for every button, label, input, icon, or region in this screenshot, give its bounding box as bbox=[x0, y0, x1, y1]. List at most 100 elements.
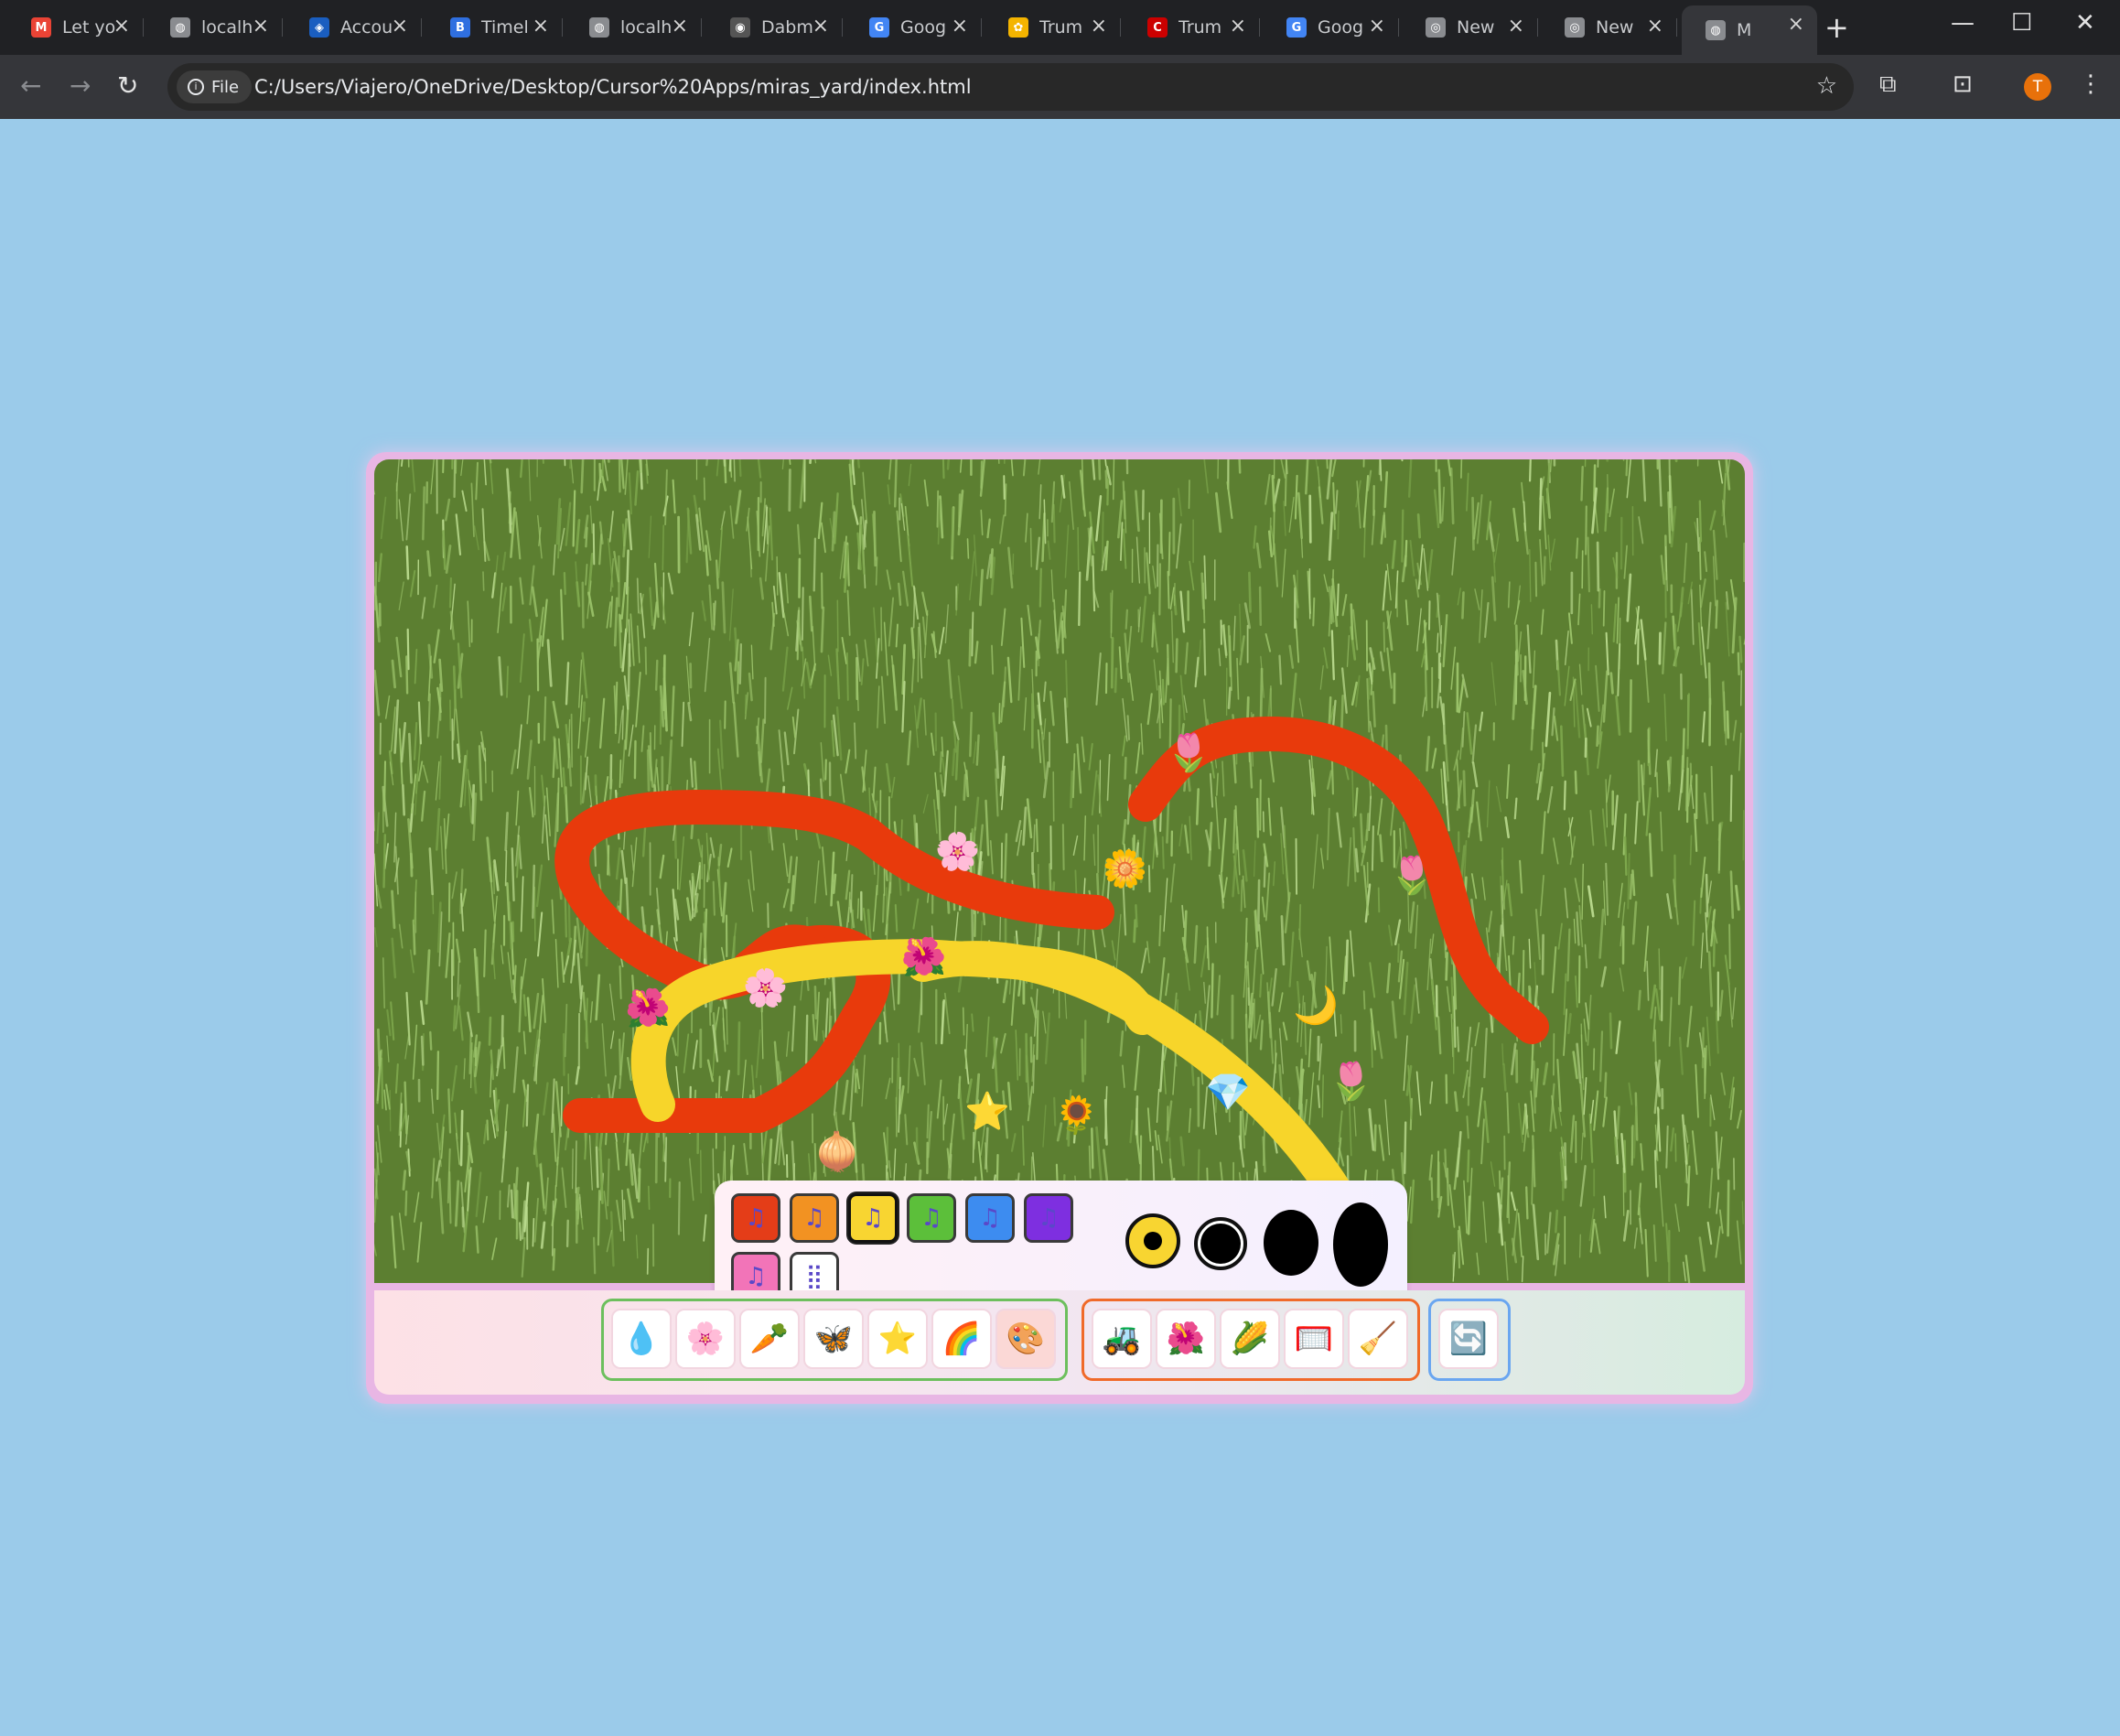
tab-title: Dabm bbox=[761, 17, 813, 38]
chrome-icon: ◎ bbox=[1426, 17, 1446, 38]
cherry-blossom-sticker[interactable]: 🌸 bbox=[743, 970, 789, 1007]
tab-close-icon[interactable]: × bbox=[392, 15, 408, 38]
stroke-yellow-inner-arc bbox=[630, 939, 1160, 1122]
brush-size-extra-large[interactable] bbox=[1333, 1202, 1388, 1287]
rainbow-tool[interactable]: 🌈 bbox=[931, 1309, 992, 1369]
blossom-sticker[interactable]: 🌼 bbox=[1103, 851, 1148, 888]
browser-tab[interactable]: ✿ Trum × bbox=[985, 7, 1121, 48]
tab-close-icon[interactable]: × bbox=[672, 15, 688, 38]
tab-separator bbox=[562, 18, 563, 37]
tulip-sticker[interactable]: 🌷 bbox=[1166, 735, 1211, 771]
tab-separator bbox=[842, 18, 843, 37]
brush-size-large[interactable] bbox=[1264, 1210, 1318, 1276]
tab-close-icon[interactable]: × bbox=[1788, 13, 1804, 36]
tab-close-icon[interactable]: × bbox=[253, 15, 269, 38]
globe-icon: ◍ bbox=[589, 17, 609, 38]
hibiscus-sticker[interactable]: 🌺 bbox=[625, 990, 671, 1027]
tab-search-icon[interactable]: ⊡ bbox=[1953, 70, 1973, 98]
brush-size-medium[interactable] bbox=[1194, 1217, 1247, 1270]
paint-tool[interactable]: 🎨 bbox=[995, 1309, 1056, 1369]
goal-tool[interactable]: 🥅 bbox=[1284, 1309, 1344, 1369]
browser-tab[interactable]: ◍ localh × bbox=[565, 7, 702, 48]
address-bar[interactable]: i File C:/Users/Viajero/OneDrive/Desktop… bbox=[167, 63, 1854, 111]
tab-separator bbox=[1120, 18, 1121, 37]
browser-tab[interactable]: ◉ Dabm × bbox=[706, 7, 843, 48]
bookmark-star-icon[interactable]: ☆ bbox=[1816, 72, 1837, 100]
tab-title: Let yo bbox=[62, 17, 116, 38]
water-tool[interactable]: 💧 bbox=[611, 1309, 672, 1369]
tab-close-icon[interactable]: × bbox=[1647, 15, 1663, 38]
corn-tool[interactable]: 🌽 bbox=[1220, 1309, 1280, 1369]
forward-icon[interactable]: → bbox=[70, 70, 91, 101]
butterfly-tool[interactable]: 🦋 bbox=[803, 1309, 864, 1369]
plant-tool[interactable]: 🌺 bbox=[1156, 1309, 1216, 1369]
browser-tab[interactable]: ◎ New × bbox=[1402, 7, 1538, 48]
flower-tool[interactable]: 🌸 bbox=[675, 1309, 736, 1369]
maximize-button[interactable]: ☐ bbox=[2011, 9, 2032, 37]
onion-sticker[interactable]: 🧅 bbox=[814, 1134, 860, 1170]
color-swatch-red[interactable]: ♫ bbox=[731, 1193, 780, 1243]
browser-tab[interactable]: C Trum × bbox=[1124, 7, 1260, 48]
tool-group: 🚜 🌺 🌽 🥅 🧹 bbox=[1082, 1299, 1420, 1381]
menu-kebab-icon[interactable]: ⋮ bbox=[2079, 70, 2103, 98]
color-swatch-yellow[interactable]: ♫ bbox=[848, 1193, 898, 1243]
tab-close-icon[interactable]: × bbox=[533, 15, 549, 38]
tab-close-icon[interactable]: × bbox=[812, 15, 829, 38]
color-swatch-purple[interactable]: ♫ bbox=[1024, 1193, 1073, 1243]
tab-close-icon[interactable]: × bbox=[952, 15, 968, 38]
file-label: File bbox=[211, 77, 240, 97]
browser-tab[interactable]: ◈ Accou × bbox=[285, 7, 422, 48]
close-window-button[interactable]: ✕ bbox=[2075, 9, 2095, 37]
tab-close-icon[interactable]: × bbox=[1369, 15, 1385, 38]
broom-tool[interactable]: 🧹 bbox=[1348, 1309, 1408, 1369]
tab-title: Timel bbox=[481, 17, 529, 38]
tab-close-icon[interactable]: × bbox=[113, 15, 130, 38]
browser-tab[interactable]: G Goog × bbox=[845, 7, 982, 48]
google-sheets-icon: G bbox=[1286, 17, 1307, 38]
browser-tab[interactable]: ◍ localh × bbox=[146, 7, 283, 48]
url-text[interactable]: C:/Users/Viajero/OneDrive/Desktop/Cursor… bbox=[254, 76, 972, 98]
lawn-canvas[interactable]: 🌷 🌸 🌼 🌷 🌸 🌺 🌺 🌙 🌷 💎 ⭐ 🌻 🧅 bbox=[374, 459, 1745, 1283]
gem-sticker[interactable]: 💎 bbox=[1205, 1074, 1251, 1111]
reload-icon[interactable]: ↻ bbox=[117, 70, 138, 101]
site-info-chip[interactable]: i File bbox=[177, 70, 253, 103]
color-swatch-orange[interactable]: ♫ bbox=[790, 1193, 839, 1243]
brush-size-small[interactable] bbox=[1125, 1213, 1180, 1268]
tab-title: Goog bbox=[900, 17, 947, 38]
tulip-sticker[interactable]: 🌷 bbox=[1329, 1063, 1374, 1100]
browser-tab[interactable]: M Let yo × bbox=[7, 7, 144, 48]
google-sheets-icon: G bbox=[869, 17, 889, 38]
extensions-icon[interactable]: ⧉ bbox=[1879, 70, 1897, 99]
paint-palette: ♫ ♫ ♫ ♫ ♫ ♫ ♫ ⣿ bbox=[715, 1181, 1407, 1307]
browser-tab[interactable]: B Timel × bbox=[426, 7, 563, 48]
tulip-sticker[interactable]: 🌷 bbox=[1389, 857, 1435, 894]
mower-tool[interactable]: 🚜 bbox=[1092, 1309, 1152, 1369]
bookmark-b-icon: B bbox=[450, 17, 470, 38]
minimize-button[interactable]: — bbox=[1951, 9, 1975, 37]
tab-title: Trum bbox=[1178, 17, 1222, 38]
color-swatch-blue[interactable]: ♫ bbox=[965, 1193, 1015, 1243]
carrot-tool[interactable]: 🥕 bbox=[739, 1309, 800, 1369]
reset-tool[interactable]: 🔄 bbox=[1438, 1309, 1499, 1369]
profile-avatar[interactable]: T bbox=[2024, 73, 2051, 101]
new-tab-button[interactable]: + bbox=[1824, 11, 1849, 44]
browser-tab[interactable]: ◎ New × bbox=[1541, 7, 1677, 48]
tab-separator bbox=[701, 18, 702, 37]
browser-tab[interactable]: G Goog × bbox=[1263, 7, 1399, 48]
paint-layer bbox=[554, 717, 1549, 1273]
star-tool[interactable]: ⭐ bbox=[867, 1309, 928, 1369]
tab-separator bbox=[1398, 18, 1399, 37]
moon-sticker[interactable]: 🌙 bbox=[1293, 987, 1339, 1024]
tab-close-icon[interactable]: × bbox=[1091, 15, 1107, 38]
browser-tab[interactable]: ◍ M × bbox=[1682, 5, 1817, 55]
star-sticker[interactable]: ⭐ bbox=[964, 1094, 1010, 1130]
tab-close-icon[interactable]: × bbox=[1508, 15, 1524, 38]
back-icon[interactable]: ← bbox=[20, 70, 41, 101]
cherry-blossom-sticker[interactable]: 🌸 bbox=[935, 834, 981, 870]
tab-separator bbox=[981, 18, 982, 37]
tab-close-icon[interactable]: × bbox=[1230, 15, 1246, 38]
browser-toolbar: ← → ↻ i File C:/Users/Viajero/OneDrive/D… bbox=[0, 55, 2120, 119]
color-swatch-green[interactable]: ♫ bbox=[907, 1193, 956, 1243]
hibiscus-sticker[interactable]: 🌺 bbox=[901, 939, 947, 976]
sunflower-sticker[interactable]: 🌻 bbox=[1054, 1097, 1100, 1134]
